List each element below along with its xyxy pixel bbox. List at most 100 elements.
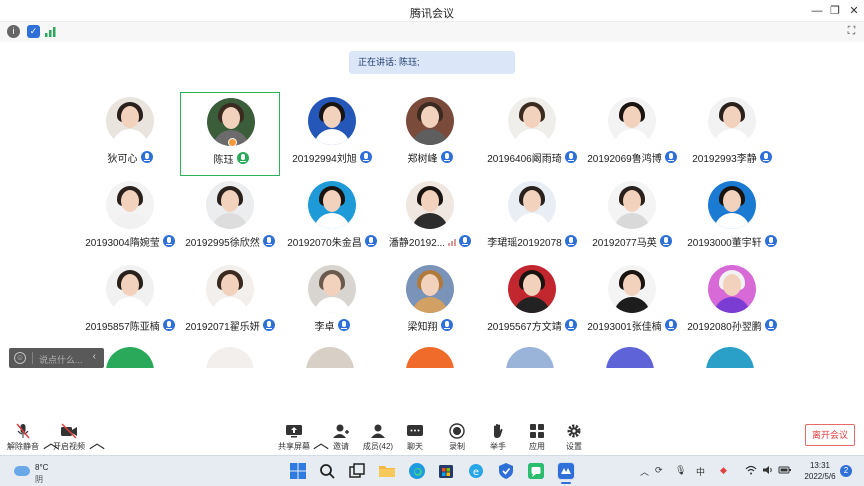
participant-name-row: 梁知翔	[374, 317, 486, 333]
meeting-toolbar: 解除静音 ︿ 开启视频 ︿ 共享屏幕 ︿ 邀请 成员(42) 聊天 录制 举手 …	[0, 421, 864, 455]
settings-button[interactable]: 设置	[562, 421, 586, 455]
shield-app-icon[interactable]	[497, 462, 515, 480]
invite-button[interactable]: 邀请	[328, 421, 354, 455]
avatar	[608, 97, 656, 145]
mic-icon	[359, 151, 372, 163]
participant-tile[interactable]: 20192071翟乐妍	[180, 260, 280, 344]
fullscreen-button[interactable]: ⛶	[845, 25, 858, 38]
participant-name-row: 潘静20192...	[374, 233, 486, 249]
store-icon[interactable]	[437, 462, 455, 480]
settings-label: 设置	[566, 442, 582, 451]
signal-icon[interactable]	[44, 25, 57, 38]
members-icon	[369, 423, 387, 439]
participant-tile[interactable]: 狄可心	[80, 92, 180, 176]
tray-expand-icon[interactable]: ︿	[640, 465, 649, 478]
avatar	[106, 97, 154, 145]
microphone-tray-icon[interactable]: 🎙	[675, 465, 686, 476]
kingsoft-icon[interactable]: ◆	[720, 465, 727, 476]
participant-tile[interactable]: 李珺瑶20192078	[482, 176, 582, 260]
avatar-partial[interactable]	[106, 347, 154, 368]
edge-icon[interactable]	[408, 462, 426, 480]
participant-tile[interactable]: 20192995徐欣然	[180, 176, 280, 260]
participant-name: 20195567方文靖	[487, 321, 562, 333]
camera-off-icon	[60, 423, 78, 439]
avatar	[406, 97, 454, 145]
collapse-icon[interactable]: ‹	[93, 351, 96, 362]
avatar-face	[121, 106, 139, 128]
participant-name: 李卓	[314, 321, 335, 333]
task-view-icon[interactable]	[348, 462, 366, 480]
avatar-partial[interactable]	[606, 347, 654, 368]
participant-name-row: 20192995徐欣然	[174, 233, 286, 249]
avatar-partial[interactable]	[706, 347, 754, 368]
participant-tile[interactable]: 20193004隋婉莹	[80, 176, 180, 260]
participant-tile[interactable]: 20192080孙翌鹏	[682, 260, 782, 344]
input-method-icon[interactable]: 中	[696, 465, 705, 478]
wifi-icon[interactable]	[745, 465, 757, 477]
avatar-partial[interactable]	[306, 347, 354, 368]
start-video-button[interactable]: 开启视频	[52, 421, 86, 455]
participant-tile[interactable]: 20192077马英	[582, 176, 682, 260]
record-button[interactable]: 录制	[445, 421, 469, 455]
participant-tile[interactable]: 20192069鲁鸿博	[582, 92, 682, 176]
notification-badge[interactable]: 2	[840, 465, 852, 477]
battery-icon[interactable]	[778, 465, 792, 477]
participant-tile[interactable]: 20195857陈亚楠	[80, 260, 180, 344]
avatar-face	[523, 190, 541, 212]
participant-name-row: 20195567方文靖	[476, 317, 588, 333]
participant-tile[interactable]: 20192070朱金昌	[282, 176, 382, 260]
share-screen-button[interactable]: 共享屏幕	[278, 421, 310, 455]
clock-date: 2022/5/6	[804, 472, 836, 481]
tencent-meeting-icon[interactable]	[557, 462, 575, 484]
participant-tile[interactable]: 20193000董宇轩	[682, 176, 782, 260]
participant-tile[interactable]: 郑树峰	[380, 92, 480, 176]
info-icon[interactable]: i	[7, 25, 20, 38]
file-explorer-icon[interactable]	[378, 462, 396, 480]
avatar-face	[221, 190, 239, 212]
avatar	[308, 97, 356, 145]
participant-tile[interactable]: 20192993李静	[682, 92, 782, 176]
sync-icon[interactable]: ⟳	[655, 465, 663, 476]
windows-start-icon[interactable]	[289, 462, 307, 480]
close-button[interactable]: ✕	[845, 2, 863, 20]
raise-hand-button[interactable]: 举手	[486, 421, 510, 455]
cloud-icon	[14, 466, 30, 476]
members-button[interactable]: 成员(42)	[360, 421, 396, 455]
participant-tile[interactable]: 梁知翔	[380, 260, 480, 344]
unmute-button[interactable]: 解除静音	[6, 421, 40, 455]
participant-tile[interactable]: 20192994刘旭	[282, 92, 382, 176]
svg-text:e: e	[473, 467, 479, 478]
mic-icon	[664, 319, 677, 331]
participant-tile[interactable]: 20196406阚雨琦	[482, 92, 582, 176]
participant-tile[interactable]: 20193001张佳楠	[582, 260, 682, 344]
avatar-partial[interactable]	[506, 347, 554, 368]
participant-tile[interactable]: 陈珏	[180, 92, 280, 176]
avatar-body	[514, 213, 550, 229]
system-clock[interactable]: 13:31 2022/5/6	[800, 460, 840, 482]
volume-icon[interactable]	[762, 465, 774, 477]
participant-tile[interactable]: 20195567方文靖	[482, 260, 582, 344]
chat-quick-input[interactable]: ☺ 说点什么... ‹	[9, 348, 104, 368]
search-icon[interactable]	[318, 462, 336, 480]
apps-button[interactable]: 应用	[525, 421, 549, 455]
mic-icon	[140, 151, 153, 163]
wechat-work-icon[interactable]	[527, 462, 545, 480]
avatar-partial[interactable]	[406, 347, 454, 368]
participant-tile[interactable]: 潘静20192...	[380, 176, 480, 260]
leave-meeting-button[interactable]: 离开会议	[805, 424, 855, 446]
avatar-body	[714, 213, 750, 229]
minimize-button[interactable]: —	[808, 2, 826, 20]
emoji-icon[interactable]: ☺	[14, 352, 26, 364]
ie-icon[interactable]: e	[467, 462, 485, 480]
avatar-partial[interactable]	[206, 347, 254, 368]
invite-icon	[332, 423, 350, 439]
participant-name: 李珺瑶20192078	[487, 237, 562, 249]
participant-name: 20192993李静	[692, 153, 757, 165]
chat-label: 聊天	[407, 442, 423, 451]
maximize-button[interactable]: ❐	[826, 2, 844, 20]
participant-tile[interactable]: 李卓	[282, 260, 382, 344]
participant-name: 陈珏	[213, 154, 234, 166]
shield-icon[interactable]: ✓	[27, 25, 40, 38]
chat-button[interactable]: 聊天	[403, 421, 427, 455]
avatar	[508, 97, 556, 145]
